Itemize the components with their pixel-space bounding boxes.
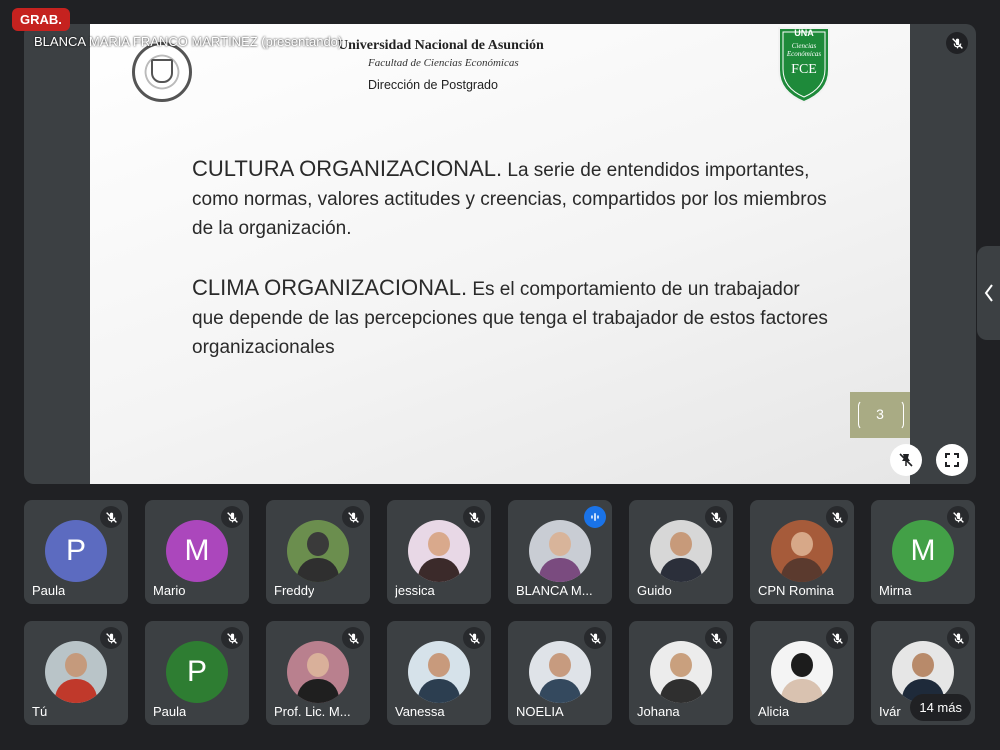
pin-off-icon [899, 453, 913, 467]
participant-tile[interactable]: CPN Romina [750, 500, 854, 604]
participant-name: BLANCA M... [516, 583, 593, 598]
fullscreen-icon [945, 453, 959, 467]
participant-tile[interactable]: Prof. Lic. M... [266, 621, 370, 725]
participant-name: jessica [395, 583, 435, 598]
fullscreen-button[interactable] [936, 444, 968, 476]
avatar-photo [408, 641, 470, 703]
fce-logo-una: UNA [794, 28, 814, 38]
participant-tile[interactable]: P Paula [24, 500, 128, 604]
presenter-name: BLANCA MARIA FRANCO MARTINEZ (presentand… [34, 34, 343, 49]
chevron-left-icon [984, 284, 993, 302]
participant-tile[interactable]: Johana [629, 621, 733, 725]
slide-content: CULTURA ORGANIZACIONAL. La serie de ente… [192, 154, 832, 392]
mic-off-icon [463, 506, 485, 528]
participant-name: Paula [32, 583, 66, 598]
fce-logo-text: FCE [791, 62, 817, 77]
participant-name: Ivár [879, 704, 901, 719]
participant-tile[interactable]: NOELIA [508, 621, 612, 725]
recording-badge: GRAB. [12, 8, 70, 31]
slide-paragraph-cultura: CULTURA ORGANIZACIONAL. La serie de ente… [192, 156, 827, 239]
side-panel-toggle[interactable] [977, 246, 1000, 340]
participant-tile[interactable]: Tú [24, 621, 128, 725]
participant-tile[interactable]: jessica [387, 500, 491, 604]
participant-tile[interactable]: Freddy [266, 500, 370, 604]
participant-name: Guido [637, 583, 672, 598]
unpin-button[interactable] [890, 444, 922, 476]
avatar-photo [650, 641, 712, 703]
participant-name: Freddy [274, 583, 315, 598]
mic-off-icon [705, 506, 727, 528]
participant-name: NOELIA [516, 704, 564, 719]
avatar-initial: P [45, 520, 107, 582]
avatar-photo [529, 641, 591, 703]
participant-tile[interactable]: Alicia [750, 621, 854, 725]
participant-tile[interactable]: Guido [629, 500, 733, 604]
avatar-photo [287, 641, 349, 703]
shared-slide: Universidad Nacional de Asunción Faculta… [90, 24, 910, 484]
avatar-initial: P [166, 641, 228, 703]
participant-tile[interactable]: M Mirna [871, 500, 975, 604]
slide-paragraph-clima: CLIMA ORGANIZACIONAL. Es el comportamien… [192, 275, 828, 358]
mic-off-icon [826, 627, 848, 649]
fce-logo-subtitle: Ciencias Económicas [786, 42, 822, 58]
mic-off-icon [221, 627, 243, 649]
avatar-photo [771, 641, 833, 703]
participant-tile[interactable]: M Mario [145, 500, 249, 604]
university-seal-icon [132, 42, 192, 102]
mic-off-icon [705, 627, 727, 649]
avatar-photo [650, 520, 712, 582]
mic-off-icon [100, 627, 122, 649]
participant-name: Johana [637, 704, 680, 719]
avatar-photo [45, 641, 107, 703]
slide-page-indicator: 3 [850, 392, 910, 438]
participant-tile[interactable]: Ivár 14 más [871, 621, 975, 725]
avatar-initial: M [892, 520, 954, 582]
participant-name: Mario [153, 583, 186, 598]
slide-faculty-name: Facultad de Ciencias Económicas [368, 57, 519, 69]
participant-tile[interactable]: P Paula [145, 621, 249, 725]
participant-name: Prof. Lic. M... [274, 704, 351, 719]
participant-name: Paula [153, 704, 187, 719]
mic-off-icon [463, 627, 485, 649]
slide-department: Dirección de Postgrado [368, 78, 498, 92]
avatar-photo [287, 520, 349, 582]
mic-off-icon [947, 627, 969, 649]
mic-off-icon [946, 32, 968, 54]
participant-name: Mirna [879, 583, 912, 598]
participant-tile[interactable]: Vanessa [387, 621, 491, 725]
participant-name: CPN Romina [758, 583, 834, 598]
mic-off-icon [826, 506, 848, 528]
avatar-photo [408, 520, 470, 582]
participant-tile[interactable]: BLANCA M... [508, 500, 612, 604]
mic-off-icon [947, 506, 969, 528]
mic-off-icon [100, 506, 122, 528]
participant-name: Tú [32, 704, 48, 719]
mic-off-icon [342, 506, 364, 528]
fce-shield-logo: UNA Ciencias Económicas FCE [776, 26, 832, 104]
speaking-indicator-icon [584, 506, 606, 528]
avatar-initial: M [166, 520, 228, 582]
avatar-photo [771, 520, 833, 582]
presenter-tile[interactable]: Universidad Nacional de Asunción Faculta… [24, 24, 976, 484]
mic-off-icon [221, 506, 243, 528]
more-participants-button[interactable]: 14 más [910, 694, 971, 721]
mic-off-icon [342, 627, 364, 649]
participant-name: Alicia [758, 704, 790, 719]
mic-off-icon [584, 627, 606, 649]
slide-university-name: Universidad Nacional de Asunción [338, 38, 544, 53]
participant-name: Vanessa [395, 704, 445, 719]
avatar-photo [529, 520, 591, 582]
